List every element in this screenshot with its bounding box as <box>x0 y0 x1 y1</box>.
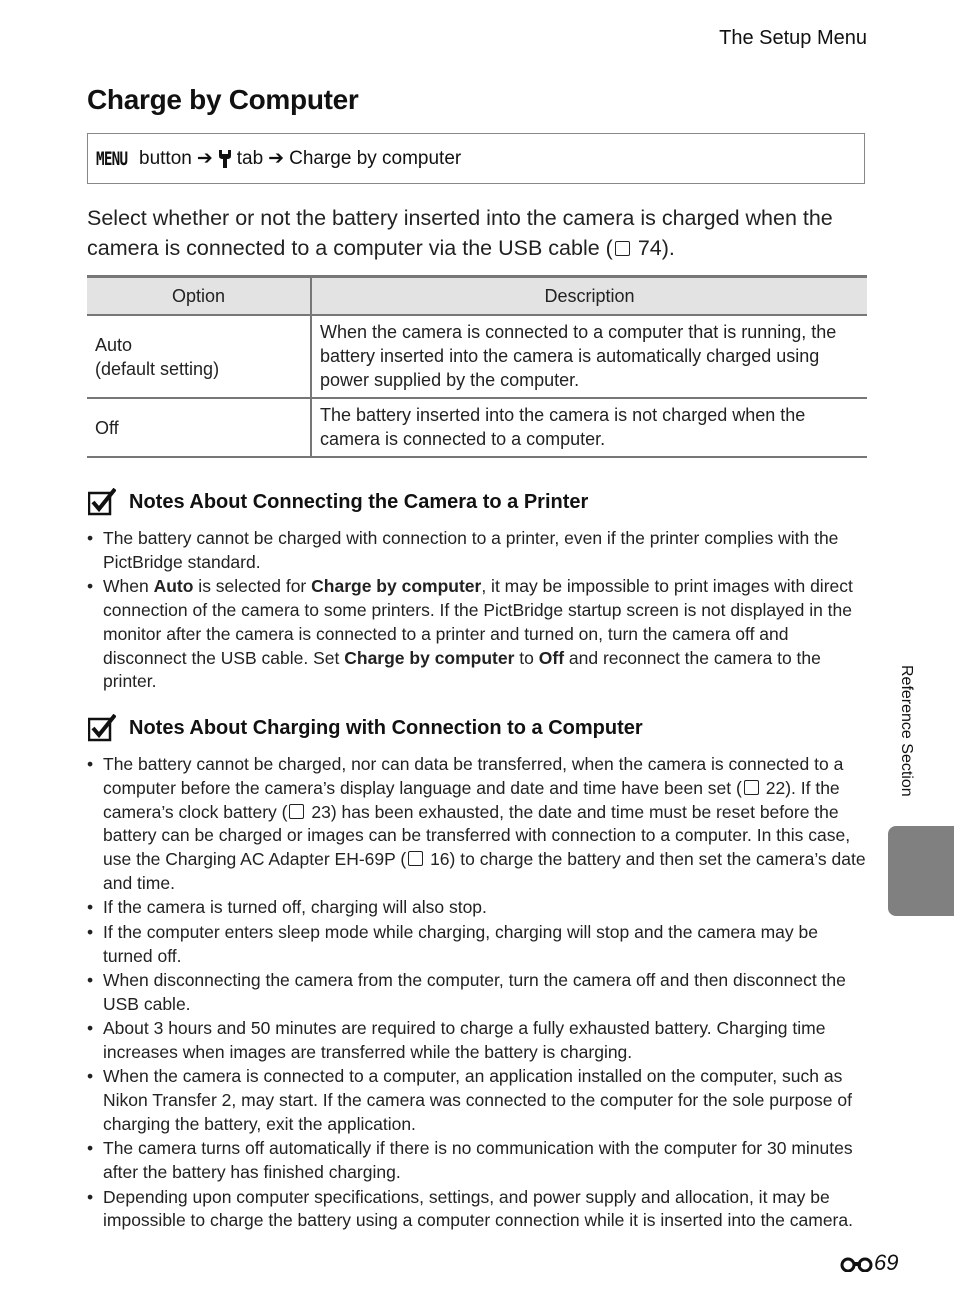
list-item: The battery cannot be charged, nor can d… <box>87 753 872 896</box>
check-icon <box>88 714 116 742</box>
menu-path: MENU button ➔ tab ➔ Charge by computer <box>87 133 865 184</box>
list-item: Depending upon computer specifications, … <box>87 1186 872 1234</box>
note2-list: The battery cannot be charged, nor can d… <box>87 753 872 1234</box>
header-option: Option <box>87 275 312 316</box>
section-tab <box>888 826 954 916</box>
header-description: Description <box>311 275 867 316</box>
table-row: Off The battery inserted into the camera … <box>87 398 867 458</box>
intro-paragraph: Select whether or not the battery insert… <box>87 206 833 260</box>
book-icon <box>614 241 630 256</box>
note-heading: Notes About Charging with Connection to … <box>88 714 643 742</box>
list-item: When the camera is connected to a comput… <box>87 1065 872 1136</box>
check-icon <box>88 488 116 516</box>
page-title: Charge by Computer <box>87 84 359 115</box>
note1-list: The battery cannot be charged with conne… <box>87 527 872 695</box>
list-item: If the computer enters sleep mode while … <box>87 921 872 969</box>
path-item: Charge by computer <box>289 147 462 169</box>
wrench-icon <box>218 149 231 168</box>
side-section-label: Reference Section <box>898 665 915 797</box>
page-number: 69 <box>840 1250 898 1276</box>
table-row: Auto (default setting) When the camera is … <box>87 315 867 399</box>
path-tab: tab <box>236 147 264 169</box>
book-icon <box>408 851 424 867</box>
reference-section-icon <box>840 1257 873 1272</box>
list-item: The camera turns off automatically if th… <box>87 1137 872 1185</box>
options-table: Option Description Auto (default setting) W… <box>87 275 867 458</box>
page: The Setup Menu Charge by Computer MENU b… <box>0 0 954 1314</box>
path-button: button <box>139 147 192 169</box>
list-item: When disconnecting the camera from the c… <box>87 969 872 1017</box>
list-item: When Auto is selected for Charge by comp… <box>87 575 872 694</box>
note-heading: Notes About Connecting the Camera to a P… <box>88 488 588 516</box>
list-item: The battery cannot be charged with conne… <box>87 527 872 575</box>
list-item: About 3 hours and 50 minutes are require… <box>87 1017 872 1065</box>
book-icon <box>743 779 759 795</box>
running-header: The Setup Menu <box>719 27 867 49</box>
arrow-icon: ➔ <box>268 148 285 169</box>
arrow-icon: ➔ <box>196 148 213 169</box>
menu-button-label: MENU <box>96 147 128 170</box>
book-icon <box>289 803 305 819</box>
list-item: If the camera is turned off, charging wi… <box>87 896 872 920</box>
